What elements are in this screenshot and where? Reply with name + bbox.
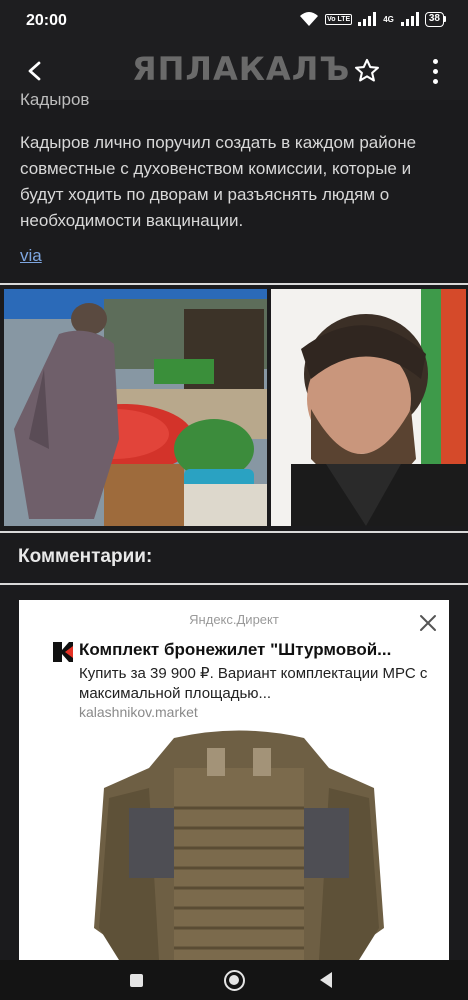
portrait-photo[interactable]	[271, 289, 466, 526]
signal-icon	[358, 12, 377, 26]
status-bar: 20:00 Vo LTE 4G 38	[0, 0, 468, 42]
ad-description[interactable]: Купить за 39 900 ₽. Вариант комплектации…	[79, 664, 439, 704]
article-paragraph: Кадыров лично поручил создать в каждом р…	[20, 133, 417, 230]
network-type-label: 4G	[383, 14, 394, 24]
article-cut-line: Кадыров	[20, 90, 90, 109]
nav-back-button[interactable]	[320, 972, 332, 988]
signal-icon-2	[400, 12, 419, 26]
status-icons: Vo LTE 4G 38	[299, 11, 446, 27]
site-logo[interactable]: ЯПЛАКАЛЪ	[132, 50, 350, 88]
ad-card[interactable]: Яндекс.Директ Комплект бронежилет "Штурм…	[19, 600, 449, 960]
back-button[interactable]	[18, 54, 52, 88]
via-link[interactable]: via	[20, 246, 42, 266]
home-button[interactable]	[224, 970, 245, 991]
system-nav-bar	[0, 960, 468, 1000]
favorite-button[interactable]	[350, 54, 384, 88]
back-arrow-icon	[28, 61, 41, 81]
comments-title: Комментарии:	[18, 546, 153, 567]
volte-icon: Vo LTE	[325, 13, 353, 25]
ad-domain[interactable]: kalashnikov.market	[79, 704, 198, 720]
ad-title[interactable]: Комплект бронежилет "Штурмовой...	[79, 640, 391, 660]
ad-source-label: Яндекс.Директ	[189, 612, 279, 627]
more-options-button[interactable]	[418, 54, 452, 88]
close-icon[interactable]	[417, 612, 439, 634]
more-vert-icon	[432, 58, 438, 64]
ad-product-image[interactable]	[89, 728, 389, 960]
divider	[0, 583, 468, 585]
status-time: 20:00	[26, 12, 67, 29]
market-photo[interactable]	[4, 289, 267, 526]
wifi-icon	[300, 12, 319, 26]
article-images	[4, 289, 466, 526]
divider	[0, 531, 468, 533]
recent-apps-button[interactable]	[130, 974, 143, 987]
battery-icon: 38	[424, 11, 446, 27]
star-icon	[354, 58, 380, 82]
divider	[0, 283, 468, 285]
kalashnikov-logo-icon	[53, 642, 73, 662]
battery-level: 38	[424, 11, 444, 27]
